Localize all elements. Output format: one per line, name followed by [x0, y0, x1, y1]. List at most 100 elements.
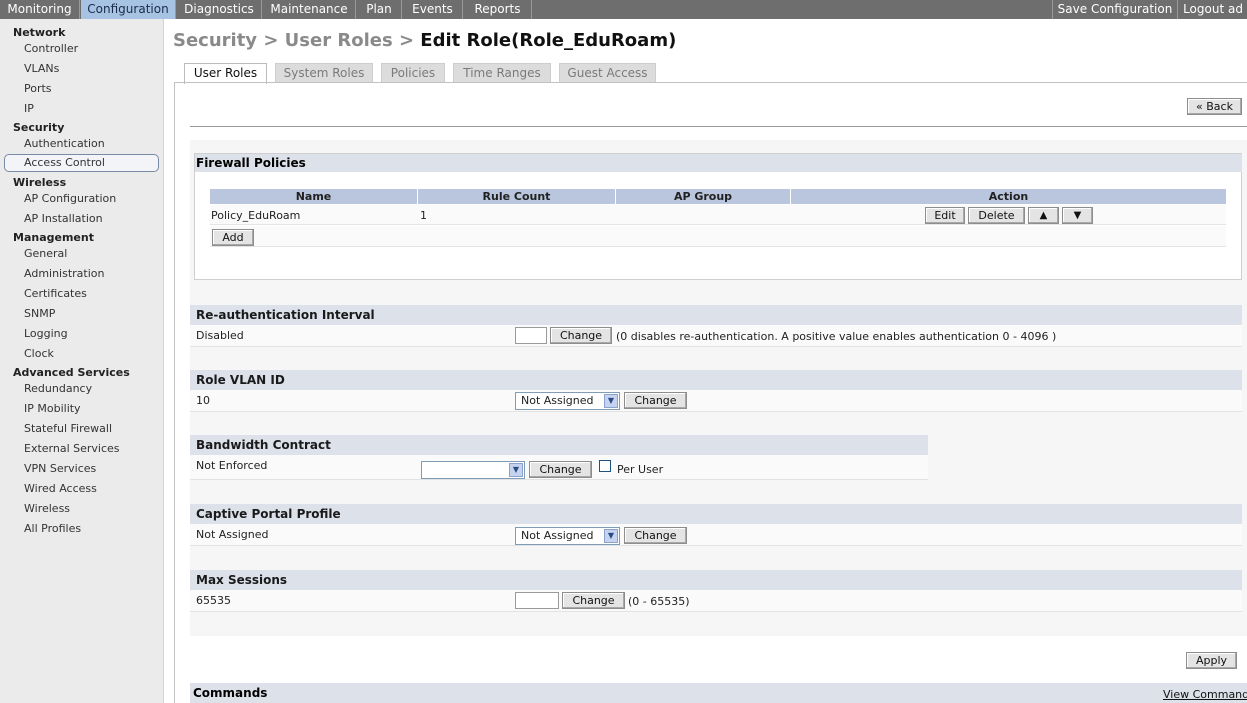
captive-portal-value: Not Assigned	[196, 528, 269, 541]
reauth-interval-heading: Re-authentication Interval	[190, 305, 1242, 325]
nav-tab-maintenance[interactable]: Maintenance	[263, 0, 356, 19]
max-sessions-value: 65535	[196, 594, 231, 607]
bandwidth-contract-value: Not Enforced	[196, 459, 268, 472]
nav-tab-reports[interactable]: Reports	[464, 0, 532, 19]
sidebar-item-external-services[interactable]: External Services	[24, 442, 120, 455]
role-vlan-selected: Not Assigned	[521, 394, 594, 407]
bandwidth-contract-select[interactable]: ▼	[421, 461, 525, 479]
move-up-button[interactable]: ▲	[1028, 207, 1059, 224]
sidebar-item-clock[interactable]: Clock	[24, 347, 54, 360]
tab-time-ranges[interactable]: Time Ranges	[453, 63, 551, 83]
sidebar-heading-advanced-services: Advanced Services	[13, 366, 130, 379]
sidebar-item-general[interactable]: General	[24, 247, 67, 260]
sidebar-item-wired-access[interactable]: Wired Access	[24, 482, 97, 495]
page-title: Security > User Roles > Edit Role(Role_E…	[173, 30, 676, 51]
reauth-change-button[interactable]: Change	[550, 327, 612, 344]
sidebar-heading-security: Security	[13, 121, 65, 134]
captive-portal-change-button[interactable]: Change	[624, 527, 687, 544]
chevron-down-icon[interactable]: ▼	[509, 463, 523, 477]
column-header-ap-group: AP Group	[616, 189, 791, 204]
reauth-interval-input[interactable]	[515, 327, 547, 344]
content-border	[174, 82, 175, 703]
tab-divider	[174, 82, 1247, 83]
role-vlan-value: 10	[196, 394, 210, 407]
rule-count-cell: 1	[420, 209, 427, 222]
bandwidth-change-button[interactable]: Change	[529, 461, 592, 478]
column-header-rule-count: Rule Count	[418, 189, 616, 204]
max-sessions-input[interactable]	[515, 592, 559, 609]
captive-portal-select[interactable]: Not Assigned ▼	[515, 527, 620, 545]
tab-policies[interactable]: Policies	[381, 63, 445, 83]
breadcrumb-separator: >	[257, 30, 285, 51]
sidebar-item-controller[interactable]: Controller	[24, 42, 78, 55]
captive-portal-heading: Captive Portal Profile	[190, 504, 1242, 524]
nav-tab-monitoring[interactable]: Monitoring	[0, 0, 80, 19]
nav-tab-events[interactable]: Events	[403, 0, 463, 19]
column-header-name: Name	[210, 189, 418, 204]
top-navigation-bar: Monitoring Configuration Diagnostics Mai…	[0, 0, 1247, 19]
role-vlan-select[interactable]: Not Assigned ▼	[515, 392, 620, 410]
breadcrumb-user-roles[interactable]: User Roles	[285, 30, 393, 51]
back-button[interactable]: « Back	[1187, 98, 1242, 115]
nav-tab-plan[interactable]: Plan	[357, 0, 402, 19]
bandwidth-contract-heading: Bandwidth Contract	[190, 435, 928, 455]
sidebar-item-stateful-firewall[interactable]: Stateful Firewall	[24, 422, 112, 435]
save-configuration-button[interactable]: Save Configuration	[1052, 0, 1178, 19]
column-header-action: Action	[791, 189, 1226, 204]
sidebar-item-ap-installation[interactable]: AP Installation	[24, 212, 103, 225]
tab-user-roles[interactable]: User Roles	[184, 63, 267, 84]
sidebar-item-certificates[interactable]: Certificates	[24, 287, 87, 300]
sidebar-item-ap-configuration[interactable]: AP Configuration	[24, 192, 116, 205]
max-sessions-row: 65535	[190, 590, 1242, 612]
sidebar-item-ip[interactable]: IP	[24, 102, 34, 115]
breadcrumb-current: Edit Role(Role_EduRoam)	[420, 30, 677, 51]
edit-button[interactable]: Edit	[925, 207, 965, 224]
per-user-checkbox[interactable]	[599, 460, 611, 472]
apply-button[interactable]: Apply	[1186, 652, 1237, 669]
sidebar-heading-wireless: Wireless	[13, 176, 67, 189]
sidebar-item-vpn-services[interactable]: VPN Services	[24, 462, 96, 475]
breadcrumb-security[interactable]: Security	[173, 30, 257, 51]
chevron-down-icon[interactable]: ▼	[604, 394, 618, 408]
firewall-policies-heading: Firewall Policies	[195, 154, 1242, 172]
nav-tab-diagnostics[interactable]: Diagnostics	[177, 0, 262, 19]
sidebar-item-ports[interactable]: Ports	[24, 82, 52, 95]
reauth-interval-value: Disabled	[196, 329, 244, 342]
divider	[190, 126, 1247, 127]
sidebar-item-snmp[interactable]: SNMP	[24, 307, 55, 320]
sidebar-heading-network: Network	[13, 26, 66, 39]
chevron-down-icon[interactable]: ▼	[604, 529, 618, 543]
sidebar-item-ip-mobility[interactable]: IP Mobility	[24, 402, 81, 415]
sidebar: Network Controller VLANs Ports IP Securi…	[0, 19, 164, 703]
max-sessions-hint: (0 - 65535)	[628, 595, 690, 608]
sidebar-item-all-profiles[interactable]: All Profiles	[24, 522, 81, 535]
tab-guest-access[interactable]: Guest Access	[559, 63, 656, 83]
sidebar-item-logging[interactable]: Logging	[24, 327, 68, 340]
sidebar-item-redundancy[interactable]: Redundancy	[24, 382, 92, 395]
move-down-button[interactable]: ▼	[1062, 207, 1093, 224]
role-vlan-heading: Role VLAN ID	[190, 370, 1242, 390]
max-sessions-change-button[interactable]: Change	[562, 592, 625, 609]
role-vlan-row: 10	[190, 390, 1242, 412]
max-sessions-heading: Max Sessions	[190, 570, 1242, 590]
sidebar-item-authentication[interactable]: Authentication	[24, 137, 105, 150]
tab-system-roles[interactable]: System Roles	[275, 63, 373, 83]
captive-portal-selected: Not Assigned	[521, 529, 594, 542]
captive-portal-row: Not Assigned	[190, 524, 1242, 546]
sidebar-item-administration[interactable]: Administration	[24, 267, 105, 280]
per-user-label: Per User	[617, 463, 664, 476]
reauth-hint: (0 disables re-authentication. A positiv…	[616, 330, 1057, 343]
logout-button[interactable]: Logout ad	[1179, 0, 1247, 19]
add-policy-button[interactable]: Add	[212, 229, 254, 246]
role-vlan-change-button[interactable]: Change	[624, 392, 687, 409]
policy-name-cell: Policy_EduRoam	[211, 209, 301, 222]
delete-button[interactable]: Delete	[968, 207, 1025, 224]
sidebar-item-access-control[interactable]: Access Control	[4, 154, 159, 172]
nav-tab-configuration[interactable]: Configuration	[81, 0, 176, 19]
breadcrumb-separator: >	[392, 30, 421, 51]
commands-heading: Commands	[190, 683, 1247, 703]
sidebar-item-vlans[interactable]: VLANs	[24, 62, 59, 75]
sidebar-item-wireless[interactable]: Wireless	[24, 502, 70, 515]
view-commands-link[interactable]: View Commands	[1163, 688, 1247, 701]
sidebar-heading-management: Management	[13, 231, 94, 244]
